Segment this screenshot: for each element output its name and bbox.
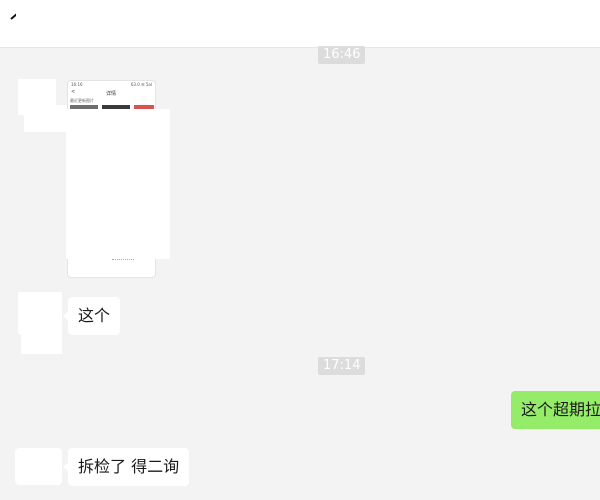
message-bubble-received[interactable]: 这个 bbox=[62, 297, 121, 335]
timestamp: 16:46 bbox=[318, 46, 366, 64]
chat-title-redacted bbox=[16, 2, 140, 46]
message-bubble-received[interactable]: 拆检了 得二询 bbox=[62, 448, 190, 486]
image-green-mark bbox=[112, 259, 134, 261]
avatar-redaction bbox=[21, 330, 62, 354]
avatar[interactable] bbox=[15, 448, 62, 485]
avatar[interactable] bbox=[18, 292, 62, 334]
timestamp: 17:14 bbox=[318, 357, 366, 375]
message-bubble-sent[interactable]: 这个超期拉 bbox=[511, 391, 600, 429]
image-title: 详情 bbox=[106, 91, 117, 97]
image-back-glyph: < bbox=[71, 89, 76, 95]
image-caption: 最近更新图片 bbox=[70, 98, 94, 103]
chat-header bbox=[0, 0, 600, 48]
image-redaction bbox=[66, 109, 170, 259]
image-status-time: 16:16 bbox=[71, 82, 83, 87]
avatar-redaction bbox=[24, 105, 70, 132]
image-status-right: 63.0 ☰ 5al bbox=[130, 82, 152, 87]
